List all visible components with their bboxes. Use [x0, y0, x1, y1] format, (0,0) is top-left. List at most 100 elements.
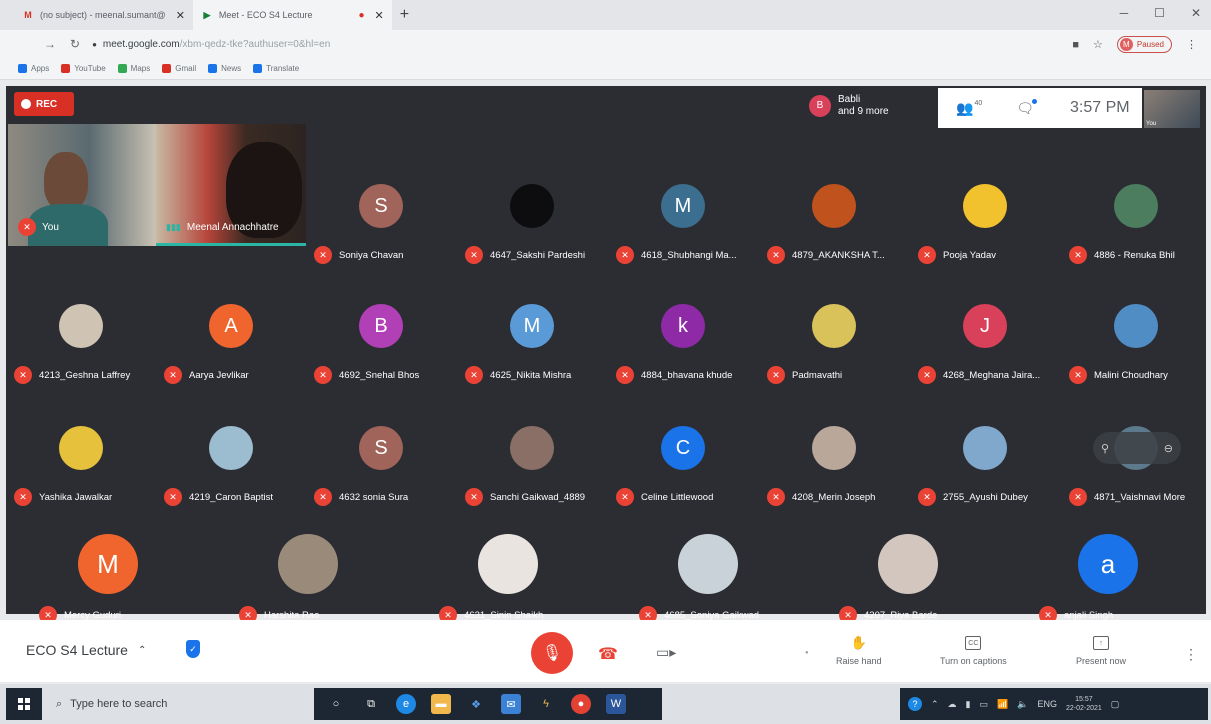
participant-tile[interactable]: ✕ Yashika Jawalkar: [6, 398, 156, 508]
bookmark-item[interactable]: Maps: [117, 64, 150, 73]
mic-off-icon: ✕: [164, 488, 182, 506]
participant-tile[interactable]: ✕ 4213_Geshna Laffrey: [6, 276, 156, 386]
cloud-icon[interactable]: ☁: [948, 699, 957, 710]
avatar: [963, 426, 1007, 470]
present-button[interactable]: ↑ Present now: [1076, 636, 1126, 666]
mail-icon[interactable]: ✉: [501, 694, 521, 714]
taskbar-search[interactable]: ⌕ Type here to search: [48, 690, 308, 718]
bookmark-item[interactable]: YouTube: [61, 64, 106, 73]
participant-tile[interactable]: J ✕ 4268_Meghana Jaira...: [910, 276, 1060, 386]
hand-icon: ✋: [850, 635, 867, 650]
minimize-icon[interactable]: ─: [1120, 6, 1129, 20]
mic-off-icon: ✕: [314, 488, 332, 506]
participant-name: 4879_AKANKSHA T...: [792, 249, 885, 261]
task-view-icon[interactable]: ⧉: [361, 694, 381, 714]
raise-hand-button[interactable]: ✋ Raise hand: [836, 635, 882, 666]
mic-off-icon: ✕: [616, 488, 634, 506]
participant-tile[interactable]: ✕ 4879_AKANKSHA T...: [759, 156, 909, 266]
close-icon[interactable]: ✕: [176, 9, 185, 22]
tab-gmail[interactable]: M (no subject) - meenal.sumant@ ✕: [14, 0, 193, 30]
participant-tile[interactable]: ✕ 4685_Soniya Gaikwad: [631, 516, 781, 626]
new-tab-button[interactable]: +: [400, 6, 409, 24]
bookmark-item[interactable]: Translate: [253, 64, 299, 73]
participant-tile[interactable]: ✕ 4647_Sakshi Pardeshi: [457, 156, 607, 266]
reload-icon[interactable]: ↻: [70, 37, 80, 51]
tile-label: ✕ Yashika Jawalkar: [14, 488, 112, 506]
volume-icon[interactable]: 🔈: [1017, 699, 1028, 710]
participant-name: Soniya Chavan: [339, 249, 404, 261]
forward-icon[interactable]: →: [44, 37, 56, 51]
participant-tile[interactable]: ✕ 4886 - Renuka Bhil: [1061, 156, 1211, 266]
start-button[interactable]: [6, 688, 42, 720]
remove-icon[interactable]: ⊖: [1164, 442, 1173, 455]
captions-button[interactable]: CC Turn on captions: [940, 636, 1007, 666]
menu-icon[interactable]: ⋮: [1186, 38, 1197, 51]
file-explorer-icon[interactable]: ▬: [431, 694, 451, 714]
participant-tile[interactable]: M ✕ Mercy Guduri: [31, 516, 181, 626]
help-icon[interactable]: ?: [908, 697, 922, 711]
participant-tile[interactable]: C ✕ Celine Littlewood: [608, 398, 758, 508]
network-icon[interactable]: 📶: [997, 699, 1008, 710]
participant-tile[interactable]: A ✕ Aarya Jevlikar: [156, 276, 306, 386]
language-indicator[interactable]: ENG: [1037, 699, 1057, 709]
video-tile-meenal[interactable]: ▮▮▮ Meenal Annachhatre: [156, 124, 306, 246]
camera-toggle-button[interactable]: ▭▸: [656, 644, 676, 661]
chat-button[interactable]: 🗨: [1016, 98, 1038, 117]
pin-icon[interactable]: ⚲: [1101, 442, 1109, 455]
participant-tile[interactable]: ✕ 4219_Caron Baptist: [156, 398, 306, 508]
participant-tile[interactable]: a ✕ anjali Singh: [1031, 516, 1181, 626]
self-view-thumbnail[interactable]: You: [1144, 90, 1200, 128]
participant-tile[interactable]: ⚲ ⊖ ✕ 4871_Vaishnavi More: [1061, 398, 1211, 508]
bookmark-item[interactable]: Apps: [18, 64, 49, 73]
close-window-icon[interactable]: ✕: [1191, 6, 1201, 20]
dropbox-icon[interactable]: ❖: [466, 694, 486, 714]
participant-tile[interactable]: k ✕ 4884_bhavana khude: [608, 276, 758, 386]
mic-toggle-button[interactable]: 🎙: [531, 632, 573, 674]
participant-tile[interactable]: S ✕ 4632 sonia Sura: [306, 398, 456, 508]
word-icon[interactable]: W: [606, 694, 626, 714]
host-controls-shield-icon[interactable]: ✓: [186, 640, 200, 658]
participant-tile[interactable]: ✕ Harshita Rao: [231, 516, 381, 626]
cortana-icon[interactable]: ○: [326, 694, 346, 714]
avatar: M: [78, 534, 138, 594]
people-button[interactable]: 👥 40: [956, 100, 982, 117]
meeting-details-button[interactable]: ECO S4 Lecture ⌃: [26, 642, 146, 658]
maximize-icon[interactable]: ☐: [1154, 6, 1165, 20]
more-options-icon[interactable]: ⋮: [1184, 646, 1198, 663]
close-icon[interactable]: ✕: [375, 9, 384, 22]
participant-tile[interactable]: ✕ 4208_Merin Joseph: [759, 398, 909, 508]
participant-tile[interactable]: S ✕ Soniya Chavan: [306, 156, 456, 266]
url-field[interactable]: ● meet.google.com/xbm-qedz-tke?authuser=0…: [92, 39, 330, 50]
bookmark-item[interactable]: Gmail: [162, 64, 196, 73]
participant-tile[interactable]: M ✕ 4625_Nikita Mishra: [457, 276, 607, 386]
participant-tile[interactable]: M ✕ 4618_Shubhangi Ma...: [608, 156, 758, 266]
participant-tile[interactable]: ✕ Sanchi Gaikwad_4889: [457, 398, 607, 508]
notifications-icon[interactable]: ▢: [1111, 699, 1120, 710]
windows-icon: [18, 698, 30, 710]
participant-name: Mercy Guduri: [64, 609, 122, 621]
participant-tile[interactable]: ✕ Padmavathi: [759, 276, 909, 386]
avatar: [812, 426, 856, 470]
edge-icon[interactable]: e: [396, 694, 416, 714]
profile-button[interactable]: M Paused: [1116, 36, 1172, 53]
leave-call-button[interactable]: ☎: [598, 644, 618, 664]
winamp-icon[interactable]: ϟ: [536, 694, 556, 714]
tab-meet[interactable]: ▶ Meet - ECO S4 Lecture ● ✕: [192, 0, 392, 30]
battery-icon[interactable]: ▭: [980, 699, 989, 710]
bookmark-item[interactable]: News: [208, 64, 241, 73]
star-icon[interactable]: ☆: [1093, 38, 1103, 51]
chevron-up-icon[interactable]: ⌃: [931, 699, 939, 710]
chrome-icon[interactable]: ●: [571, 694, 591, 714]
participant-tile[interactable]: ✕ Malini Choudhary: [1061, 276, 1211, 386]
video-tile-self[interactable]: ✕ You: [8, 124, 156, 246]
taskbar-clock[interactable]: 15:57 22-02-2021: [1066, 695, 1102, 713]
avatar: [963, 184, 1007, 228]
camera-permission-icon[interactable]: ■: [1072, 39, 1079, 51]
participant-tile[interactable]: ✕ 4631_Sinin Shaikh: [431, 516, 581, 626]
participant-name: 4632 sonia Sura: [339, 491, 409, 503]
participant-tile[interactable]: ✕ Pooja Yadav: [910, 156, 1060, 266]
participant-tile[interactable]: ✕ 4207_Riya Barde: [831, 516, 981, 626]
usb-icon[interactable]: ▮: [966, 699, 971, 710]
participant-tile[interactable]: B ✕ 4692_Snehal Bhos: [306, 276, 456, 386]
participant-tile[interactable]: ✕ 2755_Ayushi Dubey: [910, 398, 1060, 508]
